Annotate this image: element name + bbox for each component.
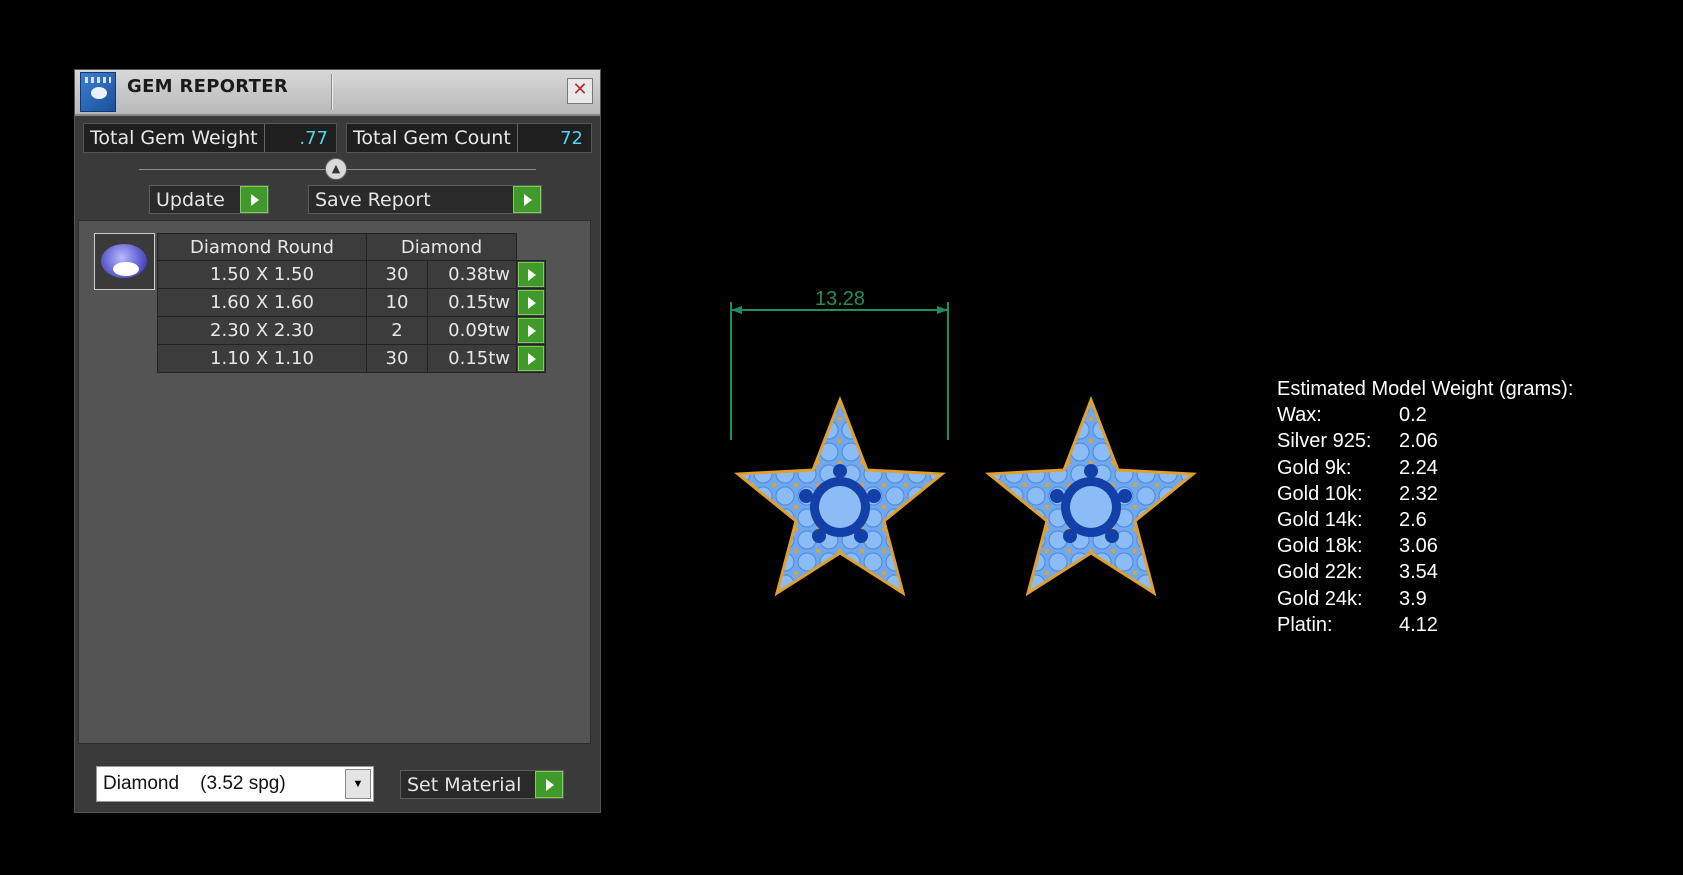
weight-value: 3.06 (1399, 535, 1438, 558)
weight-value: 2.24 (1399, 456, 1438, 479)
weight-row: Wax: 0.2 (1277, 402, 1573, 428)
slider-knob-icon[interactable]: ▲ (325, 158, 347, 180)
arrow-right-icon[interactable] (518, 290, 544, 315)
arrow-right-icon[interactable] (513, 186, 541, 213)
material-select-value: Diamond (3.52 spg) (103, 773, 286, 794)
gem-size: 2.30 X 2.30 (157, 316, 367, 345)
weight-row: Gold 18k: 3.06 (1277, 533, 1573, 559)
weight-name: Gold 24k: (1277, 587, 1363, 610)
title-separator (331, 74, 332, 110)
gem-table-header: Diamond Round Diamond (157, 233, 546, 261)
total-gem-weight-value: .77 (299, 127, 328, 149)
gem-list-panel: Diamond Round Diamond 1.50 X 1.50 30 0.3… (78, 220, 591, 744)
gem-size: 1.50 X 1.50 (157, 260, 367, 289)
material-select[interactable]: Diamond (3.52 spg) ▼ (96, 766, 374, 802)
weight-name: Gold 14k: (1277, 509, 1363, 532)
gem-reporter-window: GEM REPORTER ✕ Total Gem Weight .77 Tota… (75, 70, 600, 812)
header-material: Diamond (366, 233, 517, 261)
weight-name: Gold 22k: (1277, 561, 1363, 584)
weight-value: 2.06 (1399, 430, 1438, 453)
dimension-label: 13.28 (815, 288, 865, 310)
save-report-button[interactable]: Save Report (308, 185, 542, 214)
gem-count: 10 (366, 288, 428, 317)
arrow-right-icon[interactable] (518, 262, 544, 287)
weight-row: Platin: 4.12 (1277, 612, 1573, 638)
weight-name: Gold 18k: (1277, 535, 1363, 558)
weight-name: Wax: (1277, 404, 1322, 427)
total-gem-count-label: Total Gem Count (347, 124, 518, 152)
model-weight-estimate: Estimated Model Weight (grams): Wax: 0.2 … (1277, 376, 1573, 638)
set-material-button-label: Set Material (407, 773, 522, 796)
save-report-button-label: Save Report (315, 188, 431, 211)
weight-value: 3.9 (1399, 587, 1427, 610)
weight-row: Gold 9k: 2.24 (1277, 455, 1573, 481)
gem-count: 30 (366, 260, 428, 289)
weights-title: Estimated Model Weight (grams): (1277, 378, 1574, 400)
model-viewport[interactable]: 13.28 (700, 270, 1220, 620)
weight-name: Platin: (1277, 613, 1333, 636)
weight-row: Gold 10k: 2.32 (1277, 481, 1573, 507)
total-gem-count: Total Gem Count 72 (346, 123, 592, 153)
gem-table: Diamond Round Diamond 1.50 X 1.50 30 0.3… (157, 233, 546, 373)
weight-value: 4.12 (1399, 613, 1438, 636)
arrow-right-icon[interactable] (535, 771, 563, 798)
update-button[interactable]: Update (149, 185, 269, 214)
weight-name: Gold 10k: (1277, 482, 1363, 505)
weight-name: Silver 925: (1277, 430, 1372, 453)
arrow-right-icon[interactable] (518, 346, 544, 371)
weight-row: Gold 22k: 3.54 (1277, 559, 1573, 585)
weight-row: Gold 24k: 3.9 (1277, 586, 1573, 612)
gem-weight: 0.38tw (427, 260, 517, 289)
weight-value: 3.54 (1399, 561, 1438, 584)
star-earring-left[interactable] (734, 395, 946, 597)
gem-weight: 0.15tw (427, 344, 517, 373)
gem-count: 2 (366, 316, 428, 345)
gem-weight: 0.15tw (427, 288, 517, 317)
gem-weight: 0.09tw (427, 316, 517, 345)
table-row[interactable]: 2.30 X 2.30 2 0.09tw (157, 316, 546, 345)
dropdown-arrow-icon[interactable]: ▼ (345, 769, 371, 799)
weight-value: 0.2 (1399, 404, 1427, 427)
arrow-right-icon[interactable] (240, 186, 268, 213)
table-row[interactable]: 1.50 X 1.50 30 0.38tw (157, 260, 546, 289)
gem-thumbnail-icon[interactable] (94, 233, 155, 290)
window-title: GEM REPORTER (127, 76, 288, 97)
app-icon (80, 72, 116, 112)
weight-name: Gold 9k: (1277, 456, 1352, 479)
total-gem-weight-label: Total Gem Weight (84, 124, 265, 152)
arrow-right-icon[interactable] (518, 318, 544, 343)
total-gem-count-value: 72 (560, 127, 583, 149)
set-material-button[interactable]: Set Material (400, 770, 564, 799)
title-bar[interactable]: GEM REPORTER ✕ (75, 70, 600, 116)
total-gem-weight: Total Gem Weight .77 (83, 123, 337, 153)
table-row[interactable]: 1.10 X 1.10 30 0.15tw (157, 344, 546, 373)
update-button-label: Update (156, 188, 225, 211)
gem-size: 1.60 X 1.60 (157, 288, 367, 317)
close-icon[interactable]: ✕ (567, 78, 593, 104)
gem-count: 30 (366, 344, 428, 373)
weight-value: 2.6 (1399, 509, 1427, 532)
star-earring-right[interactable] (985, 395, 1197, 597)
weight-row: Gold 14k: 2.6 (1277, 507, 1573, 533)
gem-size: 1.10 X 1.10 (157, 344, 367, 373)
weight-row: Silver 925: 2.06 (1277, 428, 1573, 454)
header-shape: Diamond Round (157, 233, 367, 261)
table-row[interactable]: 1.60 X 1.60 10 0.15tw (157, 288, 546, 317)
weight-value: 2.32 (1399, 482, 1438, 505)
